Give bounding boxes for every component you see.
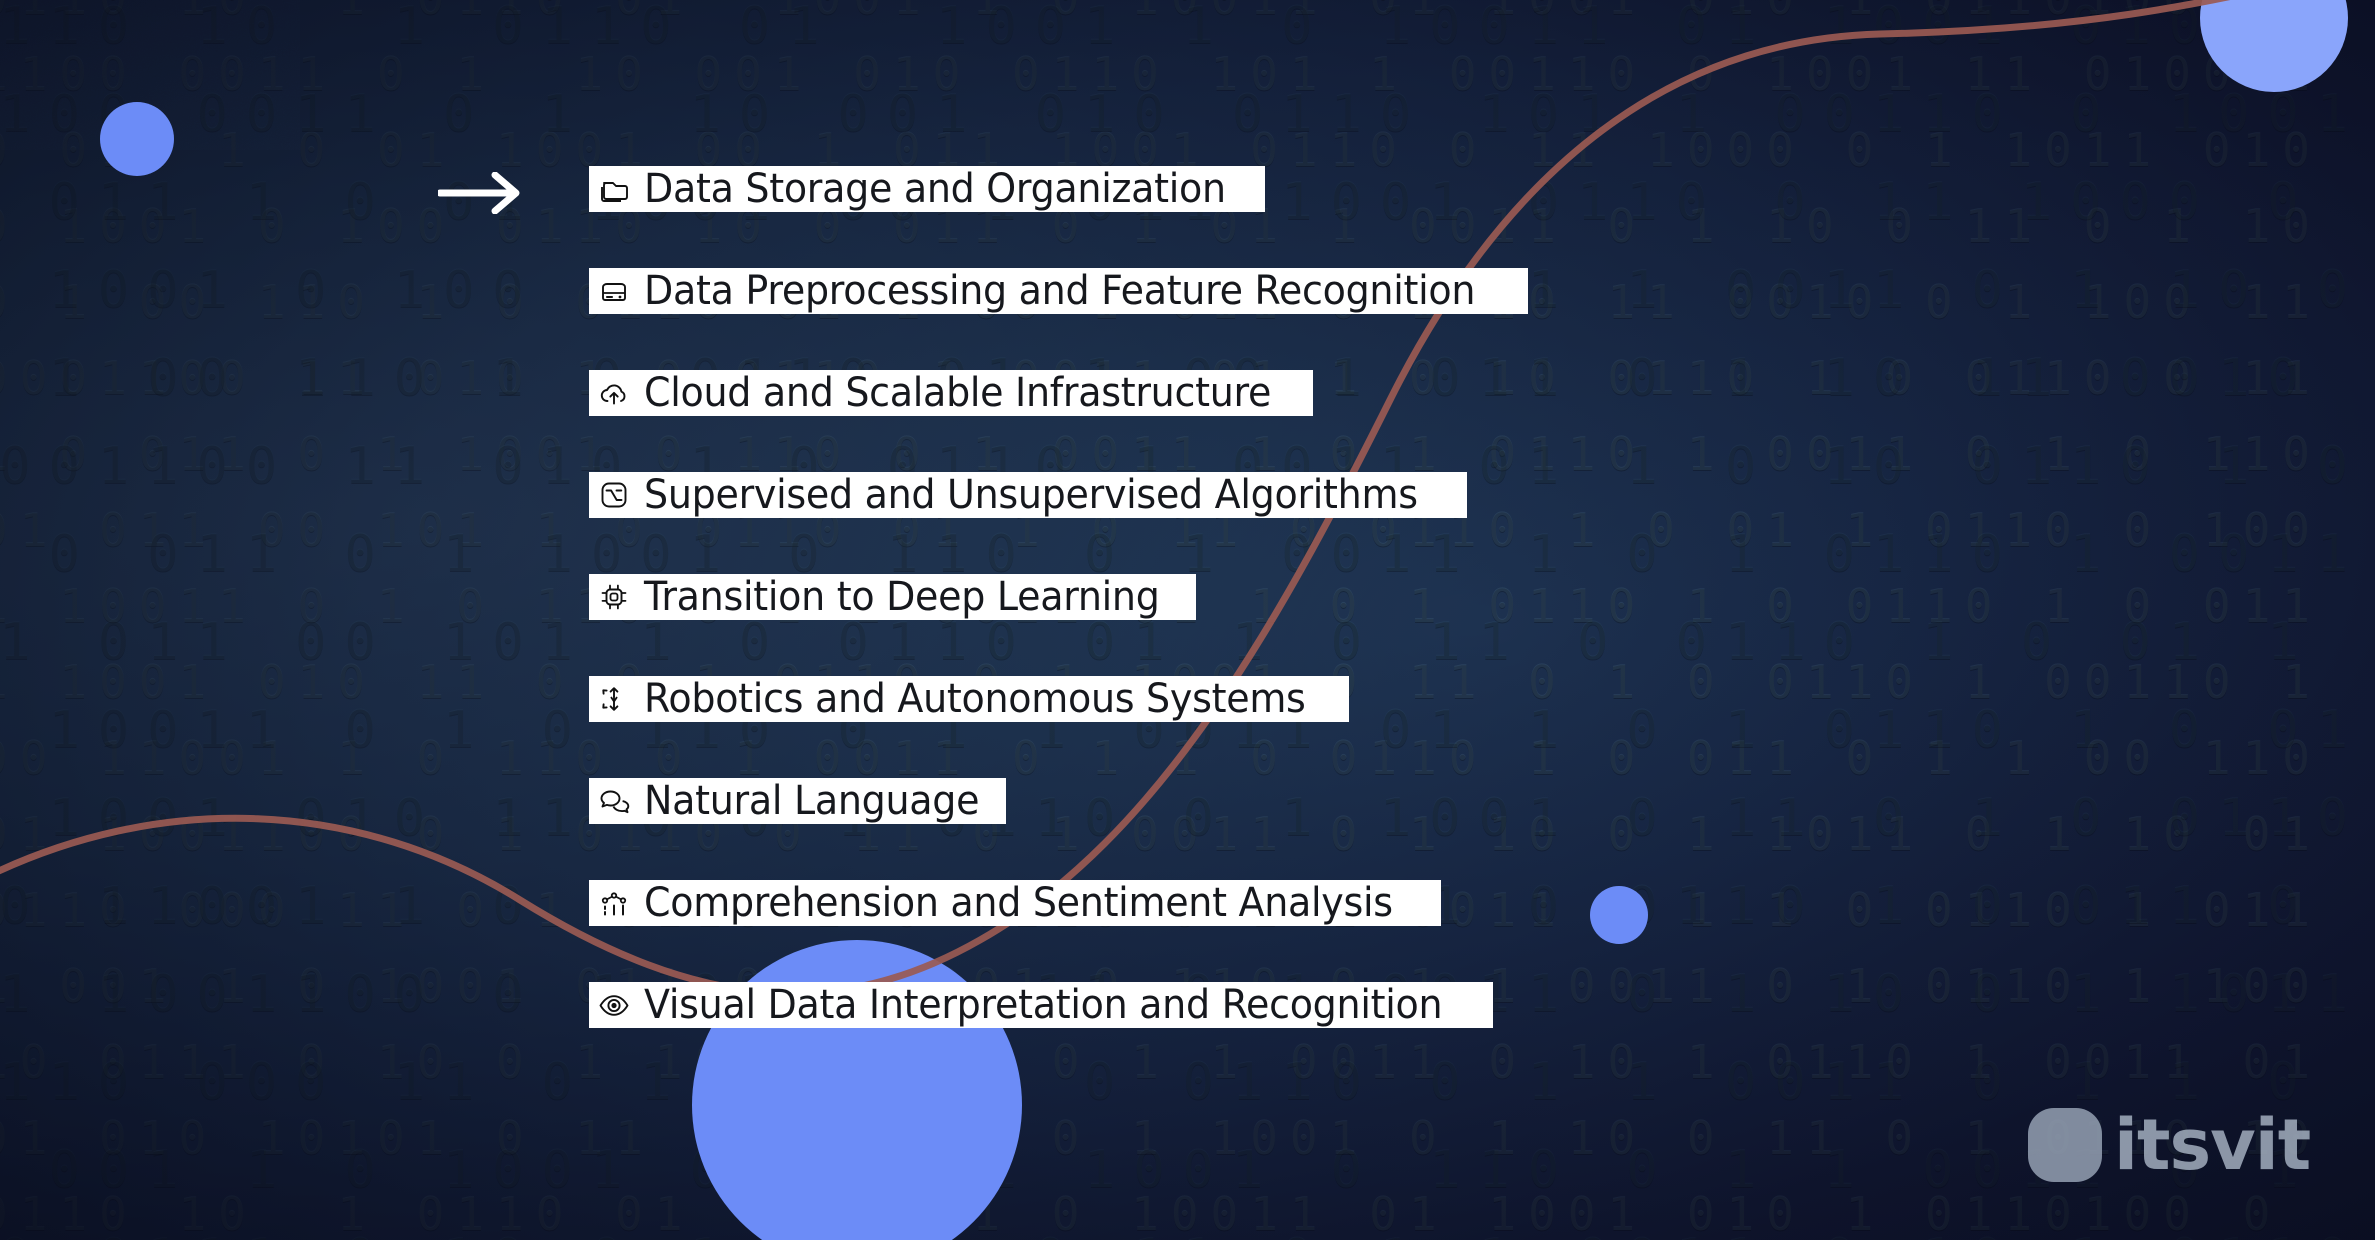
database-icon [602,283,626,301]
capability-label: Cloud and Scalable Infrastructure [644,370,1272,416]
capability-row[interactable]: Data Preprocessing and Feature Recogniti… [589,268,1528,314]
logo-mark-icon [2028,1108,2102,1182]
eye-icon [599,995,629,1016]
capability-row[interactable]: Cloud and Scalable Infrastructure [589,370,1314,416]
capability-label: Data Preprocessing and Feature Recogniti… [644,268,1476,314]
capability-label: Comprehension and Sentiment Analysis [644,880,1393,926]
capability-row[interactable]: Supervised and Unsupervised Algorithms [589,472,1468,518]
capability-row[interactable]: Natural Language [589,778,1006,824]
capability-label: Supervised and Unsupervised Algorithms [644,472,1418,518]
slide-canvas: 0110 10 1 0110 01 1001 1 0 10011 01 1001… [0,0,2375,1240]
brand-logo: itsvit [2028,1104,2311,1186]
capability-row[interactable]: Transition to Deep Learning [589,574,1196,620]
capability-label: Visual Data Interpretation and Recogniti… [644,982,1443,1028]
content-layer: Data Storage and Organization Data Prepro… [0,0,2375,1240]
capability-label: Transition to Deep Learning [644,574,1160,620]
capability-list: Data Storage and Organization Data Prepro… [589,166,1528,1028]
capability-label: Natural Language [644,778,980,824]
analytics-chart-icon [601,892,627,916]
cloud-upload-icon [600,384,626,405]
chip-icon [601,584,627,610]
capability-row[interactable]: Comprehension and Sentiment Analysis [589,880,1442,926]
move-arrows-icon [602,687,619,711]
arrow-right-icon [438,172,520,214]
folders-icon [601,182,628,202]
capability-row[interactable]: Visual Data Interpretation and Recogniti… [589,982,1494,1028]
option-key-icon [601,482,627,508]
logo-wordmark: itsvit [2114,1104,2311,1186]
capability-row[interactable]: Data Storage and Organization [589,166,1266,212]
capability-label: Data Storage and Organization [644,166,1226,212]
capability-row[interactable]: Robotics and Autonomous Systems [589,676,1350,722]
capability-label: Robotics and Autonomous Systems [644,676,1306,722]
chat-bubbles-icon [600,790,630,814]
